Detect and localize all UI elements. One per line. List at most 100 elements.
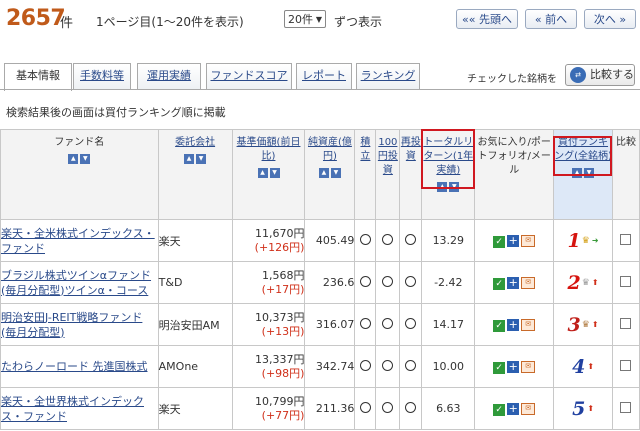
col-label: 純資産(億円)	[307, 137, 352, 162]
prev-page-button[interactable]: « 前へ	[525, 9, 577, 29]
yen100-mark	[375, 261, 401, 304]
favorite-check-icon[interactable]: ✓	[493, 235, 506, 248]
compare-checkbox[interactable]	[611, 387, 640, 430]
portfolio-add-icon[interactable]: +	[507, 276, 520, 289]
favorite-actions: ✓ + ✉	[474, 345, 555, 388]
circle-icon	[382, 275, 394, 287]
circle-icon	[359, 233, 371, 245]
price-cell: 10,799円 (+77円)	[231, 387, 306, 430]
tab-basic-info[interactable]: 基本情報	[4, 63, 72, 91]
fund-name-link[interactable]: 楽天・全世界株式インデックス・ファンド	[0, 387, 159, 430]
rank-cell: 3♛ ⬆	[553, 303, 613, 346]
col-tsumitate[interactable]: 積立	[354, 129, 377, 220]
table-header-row: ファンド名 ▲ ▼ 委託会社 ▲ ▼ 基準価額(前日比) ▲ ▼ 純資産(億円) ▲ ▼ 積立 …	[0, 129, 640, 220]
portfolio-add-icon[interactable]: +	[507, 318, 520, 331]
checkbox[interactable]	[620, 275, 632, 287]
checkbox[interactable]	[620, 401, 632, 413]
rank-cell: 2♛ ⬆	[553, 261, 613, 304]
circle-icon	[382, 401, 394, 413]
per-page-value: 20件	[288, 13, 313, 26]
checkbox[interactable]	[620, 317, 632, 329]
up-arrow-icon: ⬆	[587, 404, 595, 413]
col-nav[interactable]: 基準価額(前日比) ▲ ▼	[231, 129, 306, 220]
sort-down-icon[interactable]: ▼	[269, 168, 280, 178]
tab-fees[interactable]: 手数料等	[73, 63, 131, 89]
price-cell: 10,373円 (+13円)	[231, 303, 306, 346]
sort-down-icon[interactable]: ▼	[330, 168, 341, 178]
favorite-actions: ✓ + ✉	[474, 303, 555, 346]
sort-down-icon[interactable]: ▼	[196, 154, 207, 164]
price: 1,568円	[261, 268, 305, 282]
tsumitate-mark	[354, 303, 377, 346]
fund-name-link[interactable]: 楽天・全米株式インデックス・ファンド	[0, 219, 159, 262]
mail-icon[interactable]: ✉	[521, 402, 536, 415]
yen100-mark	[375, 345, 401, 388]
circle-icon	[359, 359, 371, 371]
mail-icon[interactable]: ✉	[521, 234, 536, 247]
circle-icon	[405, 317, 417, 329]
mail-icon[interactable]: ✉	[521, 360, 536, 373]
compare-button[interactable]: ⇄ 比較する	[565, 64, 635, 86]
compare-checkbox[interactable]	[611, 261, 640, 304]
fund-table: ファンド名 ▲ ▼ 委託会社 ▲ ▼ 基準価額(前日比) ▲ ▼ 純資産(億円) ▲ ▼ 積立 …	[0, 129, 640, 430]
assets: 316.07	[304, 303, 356, 346]
mail-icon[interactable]: ✉	[521, 276, 536, 289]
price-cell: 11,670円 (+126円)	[231, 219, 306, 262]
tsumitate-mark	[354, 219, 377, 262]
compare-icon: ⇄	[570, 67, 586, 83]
total-return: 14.17	[421, 303, 476, 346]
checkbox[interactable]	[620, 233, 632, 245]
checkbox[interactable]	[620, 359, 632, 371]
portfolio-add-icon[interactable]: +	[507, 234, 520, 247]
favorite-check-icon[interactable]: ✓	[493, 361, 506, 374]
assets: 405.49	[304, 219, 356, 262]
col-fund-name[interactable]: ファンド名 ▲ ▼	[0, 129, 159, 220]
sort-up-icon[interactable]: ▲	[257, 168, 268, 178]
next-page-button[interactable]: 次へ »	[584, 9, 636, 29]
portfolio-add-icon[interactable]: +	[507, 360, 520, 373]
col-100yen[interactable]: 100円投資	[375, 129, 401, 220]
price: 10,373円	[254, 310, 305, 324]
compare-checkbox[interactable]	[611, 303, 640, 346]
tab-ranking[interactable]: ランキング	[356, 63, 420, 89]
sort-down-icon[interactable]: ▼	[80, 154, 91, 164]
portfolio-add-icon[interactable]: +	[507, 402, 520, 415]
price-change: (+17円)	[261, 282, 305, 296]
compare-checkbox[interactable]	[611, 219, 640, 262]
assets: 236.6	[304, 261, 356, 304]
page-info: 1ページ目(1〜20件を表示)	[96, 15, 244, 29]
rank-number: 4	[572, 355, 586, 378]
col-reinvest[interactable]: 再投資	[399, 129, 423, 220]
fund-name-link[interactable]: 明治安田J-REIT戦略ファンド(毎月分配型)	[0, 303, 159, 346]
yen100-mark	[375, 219, 401, 262]
per-page-select[interactable]: 20件 ▼	[284, 10, 326, 28]
reinvest-mark	[399, 345, 423, 388]
tab-performance[interactable]: 運用実績	[137, 63, 201, 89]
favorite-check-icon[interactable]: ✓	[493, 403, 506, 416]
assets: 211.36	[304, 387, 356, 430]
sort-up-icon[interactable]: ▲	[318, 168, 329, 178]
compare-label: チェックした銘柄を	[467, 74, 557, 85]
total-return: 10.00	[421, 345, 476, 388]
col-label: 委託会社	[175, 137, 216, 148]
fund-name-link[interactable]: たわらノーロード 先進国株式	[0, 345, 159, 388]
col-company[interactable]: 委託会社 ▲ ▼	[157, 129, 233, 220]
col-assets[interactable]: 純資産(億円) ▲ ▼	[304, 129, 356, 220]
yen100-mark	[375, 303, 401, 346]
tab-fund-score[interactable]: ファンドスコア	[206, 63, 292, 89]
company-name: 明治安田AM	[157, 303, 233, 346]
first-page-button[interactable]: «« 先頭へ	[456, 9, 518, 29]
table-row: 楽天・全米株式インデックス・ファンド 楽天 11,670円 (+126円) 405…	[0, 219, 640, 262]
compare-checkbox[interactable]	[611, 345, 640, 388]
total-return: 6.63	[421, 387, 476, 430]
favorite-check-icon[interactable]: ✓	[493, 277, 506, 290]
rank-cell: 5 ⬆	[553, 387, 613, 430]
reinvest-mark	[399, 303, 423, 346]
fund-name-link[interactable]: ブラジル株式ツインαファンド(毎月分配型)ツインα・コース	[0, 261, 159, 304]
favorite-check-icon[interactable]: ✓	[493, 319, 506, 332]
tab-report[interactable]: レポート	[296, 63, 352, 89]
sort-up-icon[interactable]: ▲	[184, 154, 195, 164]
mail-icon[interactable]: ✉	[521, 318, 536, 331]
reinvest-mark	[399, 387, 423, 430]
sort-up-icon[interactable]: ▲	[68, 154, 79, 164]
